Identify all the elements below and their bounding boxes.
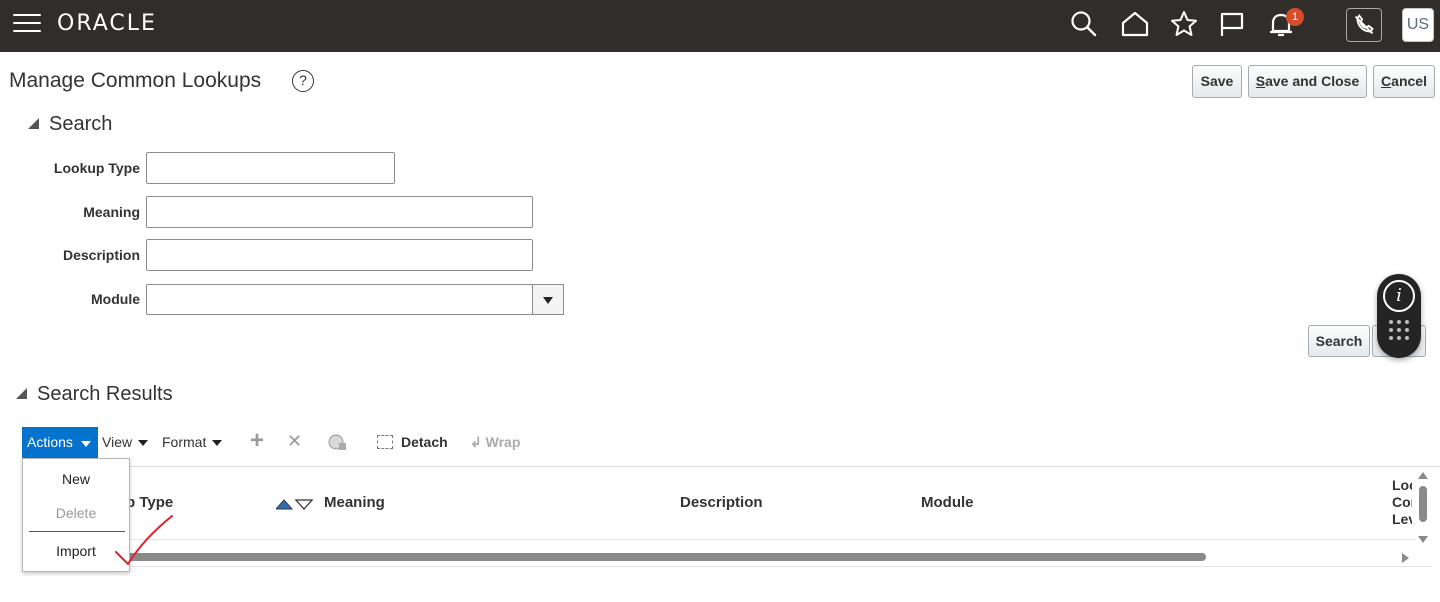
wrap-label: Wrap <box>485 434 521 450</box>
header-divider <box>22 539 1416 540</box>
column-header-line: Lev <box>1392 511 1412 527</box>
menu-divider <box>29 531 125 532</box>
cancel-button[interactable]: Cancel <box>1373 65 1435 98</box>
scroll-up-arrow-icon[interactable] <box>1418 472 1428 479</box>
help-icon[interactable]: ? <box>292 70 314 92</box>
menu-item-delete: Delete <box>55 505 97 521</box>
meaning-label: Meaning <box>83 204 140 220</box>
floating-assistant-widget[interactable]: i <box>1377 274 1421 358</box>
horizontal-scroll-thumb[interactable] <box>102 553 1206 561</box>
cancel-access-key: C <box>1381 73 1392 89</box>
cancel-label: ancel <box>1391 73 1427 89</box>
search-button[interactable]: Search <box>1308 325 1370 357</box>
global-header: ORACLE 1 US <box>0 0 1440 52</box>
vertical-scrollbar[interactable] <box>1416 470 1430 550</box>
search-results-header[interactable]: Search Results <box>16 383 173 406</box>
description-input[interactable] <box>146 239 533 271</box>
actions-dropdown-menu: New Delete Import <box>22 458 130 572</box>
flag-icon[interactable] <box>1216 8 1248 40</box>
notification-count-badge: 1 <box>1286 8 1304 26</box>
column-header-line: Cor <box>1392 494 1412 510</box>
lookup-type-label: Lookup Type <box>53 160 140 176</box>
save-button[interactable]: Save <box>1192 65 1242 98</box>
favorites-star-icon[interactable] <box>1168 8 1200 40</box>
wrap-button[interactable]: ↲ Wrap <box>470 434 520 451</box>
user-avatar[interactable]: US <box>1402 8 1434 42</box>
oracle-logo: ORACLE <box>57 11 157 36</box>
save-and-close-button[interactable]: Save and Close <box>1248 65 1367 98</box>
module-select[interactable] <box>146 284 533 315</box>
vertical-scroll-thumb[interactable] <box>1419 486 1427 522</box>
horizontal-scrollbar[interactable] <box>22 550 1416 564</box>
chevron-down-icon <box>212 440 223 446</box>
table-bottom-border <box>22 566 1432 567</box>
collapse-triangle-icon[interactable] <box>28 118 39 129</box>
scroll-down-arrow-icon[interactable] <box>1418 536 1428 543</box>
format-menu-label: Format <box>162 434 207 450</box>
view-menu[interactable]: View <box>102 434 149 450</box>
wrap-icon: ↲ <box>470 434 486 450</box>
menu-icon[interactable] <box>13 14 41 38</box>
chevron-down-icon <box>138 440 149 446</box>
actions-menu-button[interactable]: Actions <box>22 427 98 458</box>
column-header-lookup-type[interactable]: p Type <box>126 494 173 511</box>
sort-icons[interactable] <box>274 497 316 510</box>
column-header-lookup-config-level[interactable]: Loc Cor Lev <box>1392 477 1412 528</box>
column-header-meaning[interactable]: Meaning <box>324 494 385 511</box>
detach-icon <box>377 435 393 449</box>
module-label: Module <box>91 291 140 307</box>
add-row-icon[interactable]: + <box>250 429 264 453</box>
info-icon[interactable]: i <box>1383 280 1415 312</box>
scroll-right-arrow-icon[interactable] <box>1402 553 1409 563</box>
search-icon[interactable] <box>1068 8 1100 40</box>
save-and-close-label: ave and Close <box>1265 73 1360 89</box>
home-icon[interactable] <box>1119 8 1151 40</box>
module-dropdown-chevron-icon[interactable] <box>532 284 564 315</box>
view-menu-label: View <box>102 434 133 450</box>
grid-dots-icon[interactable] <box>1389 320 1409 340</box>
phone-mute-icon[interactable] <box>1346 8 1382 42</box>
page-title: Manage Common Lookups <box>9 69 262 92</box>
detach-button[interactable]: Detach <box>377 434 448 450</box>
search-results-title: Search Results <box>37 383 173 405</box>
save-and-close-access-key: S <box>1255 73 1266 89</box>
collapse-triangle-icon[interactable] <box>16 388 27 399</box>
lookup-type-input[interactable] <box>146 152 395 184</box>
column-header-module[interactable]: Module <box>921 494 974 511</box>
column-header-line: Loc <box>1392 477 1412 493</box>
search-section-title: Search <box>49 113 113 135</box>
menu-item-new[interactable]: New <box>23 471 129 487</box>
delete-row-icon[interactable]: ✕ <box>287 430 302 452</box>
meaning-input[interactable] <box>146 196 533 228</box>
menu-item-import[interactable]: Import <box>23 543 129 559</box>
description-label: Description <box>62 247 140 263</box>
format-menu[interactable]: Format <box>162 434 223 450</box>
column-header-description[interactable]: Description <box>680 494 763 511</box>
freeze-column-icon[interactable] <box>327 432 347 456</box>
detach-label: Detach <box>401 434 448 450</box>
search-section-header[interactable]: Search <box>28 113 112 136</box>
